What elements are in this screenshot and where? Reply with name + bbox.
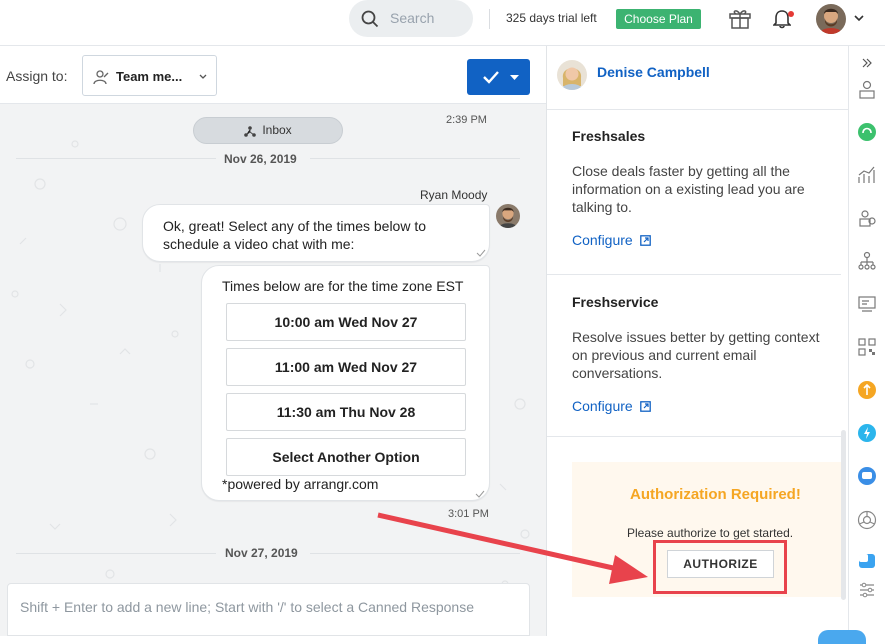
inbox-icon [244, 126, 257, 137]
auth-subtitle: Please authorize to get started. [627, 526, 794, 540]
notification-dot [788, 11, 794, 17]
search-icon [361, 10, 379, 28]
message-time: 2:39 PM [446, 114, 487, 126]
time-option-button[interactable]: 11:00 am Wed Nov 27 [226, 348, 466, 386]
configure-link[interactable]: Configure [572, 232, 651, 248]
date-divider-line [310, 158, 520, 159]
delivered-check-icon [475, 490, 485, 498]
scheduling-card: Times below are for the time zone EST 10… [201, 265, 490, 501]
powered-by-text: *powered by arrangr.com [222, 476, 379, 492]
choose-plan-button[interactable]: Choose Plan [616, 9, 701, 29]
chat-widget-button[interactable] [818, 630, 866, 644]
date-label: Nov 27, 2019 [225, 546, 298, 560]
headset-app-icon[interactable] [857, 122, 877, 142]
assign-label: Assign to: [6, 68, 68, 84]
inbox-pill-label: Inbox [262, 123, 292, 137]
section-divider [547, 274, 841, 275]
search-box[interactable]: Search [349, 0, 473, 37]
time-option-button[interactable]: 11:30 am Thu Nov 28 [226, 393, 466, 431]
chevron-down-icon [510, 75, 519, 80]
time-option-button[interactable]: 10:00 am Wed Nov 27 [226, 303, 466, 341]
app-title: Freshservice [572, 294, 659, 310]
chevron-down-icon [199, 74, 207, 79]
message-list[interactable]: 2:39 PM Inbox Nov 26, 2019 Ryan Moody Ok… [0, 104, 546, 636]
contact-avatar [557, 60, 587, 90]
resolve-button[interactable] [467, 59, 530, 95]
chevron-down-icon[interactable] [854, 14, 864, 22]
date-divider-line [16, 553, 216, 554]
blue-app-icon[interactable] [857, 552, 877, 570]
app-description: Resolve issues better by getting context… [572, 329, 820, 381]
user-avatar[interactable] [816, 4, 846, 34]
presentation-app-icon[interactable] [857, 294, 877, 314]
composer-placeholder: Shift + Enter to add a new line; Start w… [20, 599, 474, 615]
users-app-icon[interactable] [857, 208, 877, 228]
message-bubble: Ok, great! Select any of the times below… [142, 204, 490, 262]
delivered-check-icon [476, 249, 486, 257]
gift-icon[interactable] [728, 6, 752, 30]
lightning-app-icon[interactable] [857, 423, 877, 443]
orange-app-icon[interactable] [857, 380, 877, 400]
external-link-icon [639, 235, 651, 246]
message-text: Ok, great! Select any of the times below… [163, 218, 427, 252]
contact-app-icon[interactable] [857, 80, 877, 100]
app-title: Freshsales [572, 128, 646, 144]
chat-app-icon[interactable] [857, 466, 877, 486]
message-composer[interactable]: Shift + Enter to add a new line; Start w… [7, 583, 530, 636]
auth-title: Authorization Required! [630, 486, 801, 503]
configure-link[interactable]: Configure [572, 398, 651, 414]
freshsales-app: Freshsales Close deals faster by getting… [572, 128, 832, 250]
freshservice-app: Freshservice Resolve issues better by ge… [572, 294, 832, 416]
team-icon [93, 70, 109, 85]
message-time: 3:01 PM [448, 508, 489, 520]
search-placeholder: Search [390, 10, 435, 26]
timezone-header: Times below are for the time zone EST [222, 278, 464, 294]
team-select-value: Team me... [116, 69, 183, 84]
check-icon [483, 71, 499, 84]
section-divider [547, 436, 841, 437]
conversation-pane: Assign to: Team me... 2:39 PM Inbox Nov … [0, 46, 546, 636]
sidebar-scrollbar[interactable] [841, 430, 846, 600]
trial-text: 325 days trial left [506, 11, 597, 25]
assign-bar: Assign to: Team me... [0, 46, 546, 104]
team-select[interactable]: Team me... [82, 55, 217, 96]
date-label: Nov 26, 2019 [224, 152, 297, 166]
divider [489, 9, 490, 29]
external-link-icon [639, 401, 651, 412]
agent-avatar [496, 204, 520, 228]
configure-label: Configure [572, 398, 633, 414]
browser-app-icon[interactable] [857, 510, 877, 530]
date-divider-line [16, 158, 216, 159]
configure-label: Configure [572, 232, 633, 248]
double-chevron-right-icon[interactable] [862, 58, 872, 68]
contact-name[interactable]: Denise Campbell [597, 64, 710, 80]
annotation-highlight-box [653, 540, 787, 594]
inbox-pill[interactable]: Inbox [193, 117, 343, 144]
settings-sliders-icon[interactable] [857, 582, 877, 598]
date-divider-line [310, 553, 520, 554]
select-another-option-button[interactable]: Select Another Option [226, 438, 466, 476]
contact-header: Denise Campbell [547, 46, 849, 110]
app-icon-bar [848, 46, 885, 636]
sender-name: Ryan Moody [420, 188, 488, 202]
top-bar: Search 325 days trial left Choose Plan [0, 0, 885, 46]
app-description: Close deals faster by getting all the in… [572, 163, 805, 215]
analytics-app-icon[interactable] [857, 165, 877, 185]
org-chart-app-icon[interactable] [857, 251, 877, 271]
qr-app-icon[interactable] [857, 337, 877, 357]
